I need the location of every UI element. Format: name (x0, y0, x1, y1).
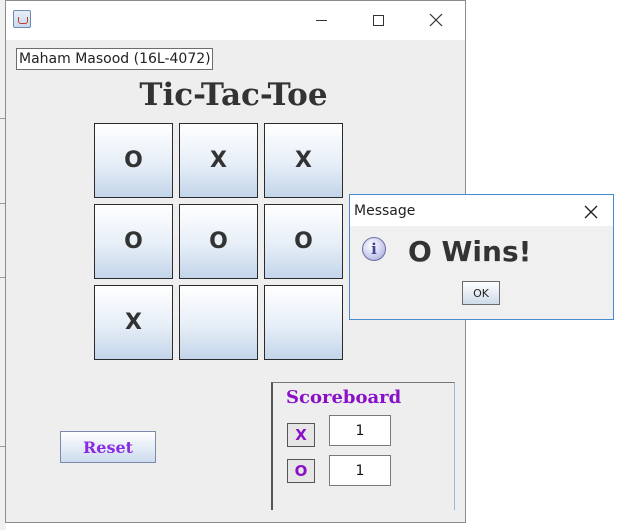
minimize-icon (315, 19, 327, 21)
board-cell-1-0[interactable]: O (94, 204, 173, 279)
info-icon: i (362, 237, 386, 261)
maximize-button[interactable] (363, 9, 393, 31)
board-cell-0-1[interactable]: X (179, 123, 258, 198)
dialog-title: Message (354, 203, 416, 219)
java-app-icon[interactable] (13, 10, 31, 28)
board-cell-2-0[interactable]: X (94, 285, 173, 360)
board-cell-2-1[interactable] (179, 285, 258, 360)
board-cell-1-1[interactable]: O (179, 204, 258, 279)
reset-button[interactable]: Reset (60, 431, 156, 463)
score-label-x: X (287, 423, 315, 447)
player-name-field[interactable]: Maham Masood (16L-4072) (16, 48, 213, 70)
close-icon (584, 205, 598, 219)
board-cell-0-2[interactable]: X (264, 123, 343, 198)
board-cell-1-2[interactable]: O (264, 204, 343, 279)
dialog-close-button[interactable] (581, 202, 601, 222)
game-title: Tic-Tac-Toe (139, 77, 328, 113)
close-icon (429, 13, 443, 27)
maximize-icon (372, 14, 384, 26)
title-bar (6, 1, 465, 40)
message-dialog: Message i O Wins! OK (349, 194, 614, 320)
scoreboard-title: Scoreboard (286, 387, 402, 408)
close-button[interactable] (421, 9, 451, 31)
ok-button[interactable]: OK (462, 281, 500, 305)
board-cell-0-0[interactable]: O (94, 123, 173, 198)
score-field-x[interactable]: 1 (329, 415, 391, 446)
dialog-title-bar: Message (350, 195, 613, 226)
score-label-o: O (287, 459, 315, 483)
minimize-button[interactable] (306, 9, 336, 31)
score-field-o[interactable]: 1 (329, 455, 391, 486)
scoreboard-panel: Scoreboard X 1 O 1 (271, 382, 455, 510)
dialog-message: O Wins! (408, 235, 532, 268)
board-cell-2-2[interactable] (264, 285, 343, 360)
